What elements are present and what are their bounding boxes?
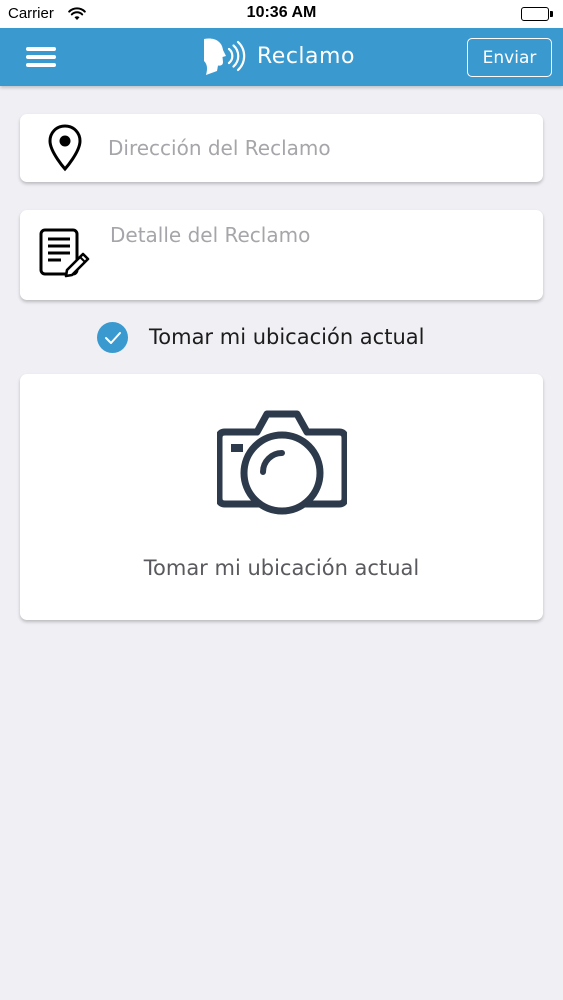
send-button[interactable]: Enviar <box>467 38 552 77</box>
photo-label: Tomar mi ubicación actual <box>143 556 420 580</box>
menu-button[interactable] <box>22 43 58 71</box>
camera-icon <box>215 406 349 520</box>
address-card <box>20 114 543 182</box>
battery-icon <box>521 7 553 21</box>
hamburger-menu-icon <box>26 47 56 51</box>
address-input[interactable] <box>108 132 528 164</box>
nav-bar: Reclamo Enviar <box>0 28 563 86</box>
detail-input[interactable] <box>110 222 530 288</box>
speaking-head-icon <box>200 37 246 77</box>
use-location-toggle[interactable]: Tomar mi ubicación actual <box>97 322 497 354</box>
photo-card[interactable]: Tomar mi ubicación actual <box>20 374 543 620</box>
document-edit-icon <box>37 226 91 280</box>
checkbox-checked[interactable] <box>97 322 128 353</box>
use-location-label: Tomar mi ubicación actual <box>149 325 425 349</box>
page-title: Reclamo <box>257 44 355 69</box>
clock: 10:36 AM <box>246 4 317 21</box>
map-pin-icon <box>45 122 85 174</box>
status-bar: Carrier 10:36 AM <box>0 0 563 28</box>
checkmark-icon <box>104 331 121 344</box>
detail-card <box>20 210 543 300</box>
